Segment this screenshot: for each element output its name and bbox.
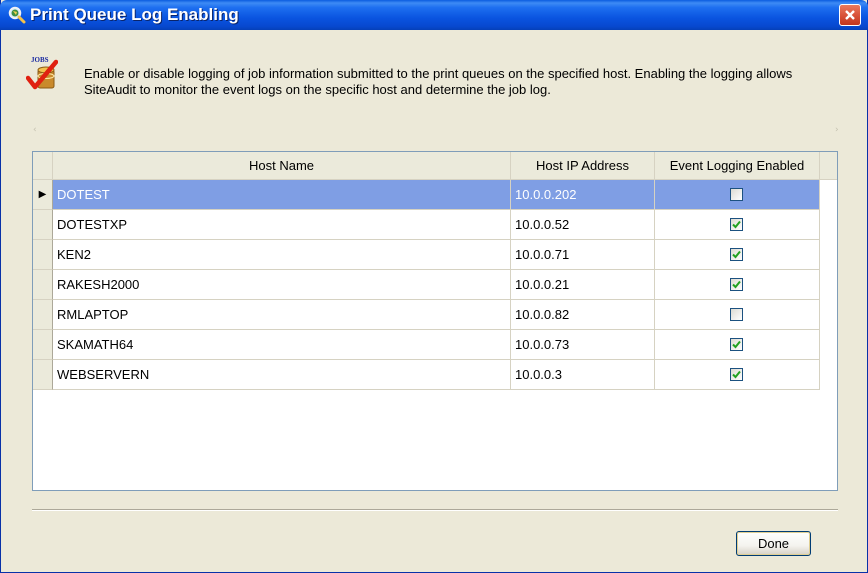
event-logging-checkbox[interactable] [730, 187, 743, 201]
table-row[interactable]: RAKESH2000 10.0.0.21 [33, 270, 837, 300]
checkmark-icon [732, 370, 741, 378]
dialog-window: Print Queue Log Enabling JOBS Enable or … [0, 0, 868, 573]
jobs-check-icon: JOBS [26, 56, 58, 90]
event-logging-checkbox[interactable] [730, 217, 743, 231]
row-selector[interactable] [33, 330, 53, 360]
cell-host-name[interactable]: RMLAPTOP [53, 300, 511, 330]
table-row[interactable]: ▶ DOTEST 10.0.0.202 [33, 180, 837, 210]
cell-host-ip[interactable]: 10.0.0.52 [511, 210, 655, 240]
checkmark-icon [732, 280, 741, 288]
scroll-right-arrow-icon[interactable]: › [835, 125, 839, 135]
checkmark-icon [732, 250, 741, 258]
row-selector[interactable] [33, 210, 53, 240]
cell-event-logging [655, 300, 820, 330]
cell-host-name[interactable]: RAKESH2000 [53, 270, 511, 300]
close-icon [845, 10, 855, 20]
table-row[interactable]: RMLAPTOP 10.0.0.82 [33, 300, 837, 330]
cell-event-logging [655, 360, 820, 390]
cell-event-logging [655, 210, 820, 240]
table-row[interactable]: DOTESTXP 10.0.0.52 [33, 210, 837, 240]
scroll-left-arrow-icon[interactable]: ‹ [33, 125, 37, 135]
window-title: Print Queue Log Enabling [30, 5, 239, 24]
cell-host-ip[interactable]: 10.0.0.202 [511, 180, 655, 210]
cell-host-name[interactable]: WEBSERVERN [53, 360, 511, 390]
row-selector[interactable] [33, 270, 53, 300]
event-logging-checkbox[interactable] [730, 307, 743, 321]
column-header-host-ip[interactable]: Host IP Address [511, 152, 655, 179]
event-logging-checkbox[interactable] [730, 277, 743, 291]
cell-host-ip[interactable]: 10.0.0.3 [511, 360, 655, 390]
description-text: Enable or disable logging of job informa… [84, 66, 793, 97]
cell-event-logging [655, 240, 820, 270]
done-button[interactable]: Done [736, 531, 811, 556]
grid-header: Host Name Host IP Address Event Logging … [33, 152, 837, 180]
event-logging-checkbox[interactable] [730, 337, 743, 351]
checkmark-icon [732, 220, 741, 228]
cell-event-logging [655, 270, 820, 300]
table-row[interactable]: WEBSERVERN 10.0.0.3 [33, 360, 837, 390]
row-selector[interactable] [33, 300, 53, 330]
cell-host-name[interactable]: DOTEST [53, 180, 511, 210]
header-select-cell[interactable] [33, 152, 53, 179]
cell-host-ip[interactable]: 10.0.0.73 [511, 330, 655, 360]
magnifier-globe-icon [8, 6, 26, 24]
table-row[interactable]: KEN2 10.0.0.71 [33, 240, 837, 270]
row-selector[interactable] [33, 360, 53, 390]
row-pointer-icon: ▶ [38, 188, 47, 200]
row-selector[interactable]: ▶ [33, 180, 53, 210]
cell-host-name[interactable]: DOTESTXP [53, 210, 511, 240]
host-grid[interactable]: Host Name Host IP Address Event Logging … [32, 151, 838, 491]
column-header-event-logging[interactable]: Event Logging Enabled [655, 152, 820, 179]
cell-host-ip[interactable]: 10.0.0.82 [511, 300, 655, 330]
cell-host-ip[interactable]: 10.0.0.21 [511, 270, 655, 300]
event-logging-checkbox[interactable] [730, 247, 743, 261]
cell-host-ip[interactable]: 10.0.0.71 [511, 240, 655, 270]
event-logging-checkbox[interactable] [730, 367, 743, 381]
column-header-host-name[interactable]: Host Name [53, 152, 511, 179]
cell-host-name[interactable]: KEN2 [53, 240, 511, 270]
close-button[interactable] [839, 4, 861, 26]
row-selector[interactable] [33, 240, 53, 270]
cell-event-logging [655, 180, 820, 210]
cell-event-logging [655, 330, 820, 360]
footer-separator [32, 509, 838, 511]
table-row[interactable]: SKAMATH64 10.0.0.73 [33, 330, 837, 360]
cell-host-name[interactable]: SKAMATH64 [53, 330, 511, 360]
checkmark-icon [732, 340, 741, 348]
jobs-label: JOBS [31, 56, 49, 64]
title-bar[interactable]: Print Queue Log Enabling [0, 0, 868, 30]
